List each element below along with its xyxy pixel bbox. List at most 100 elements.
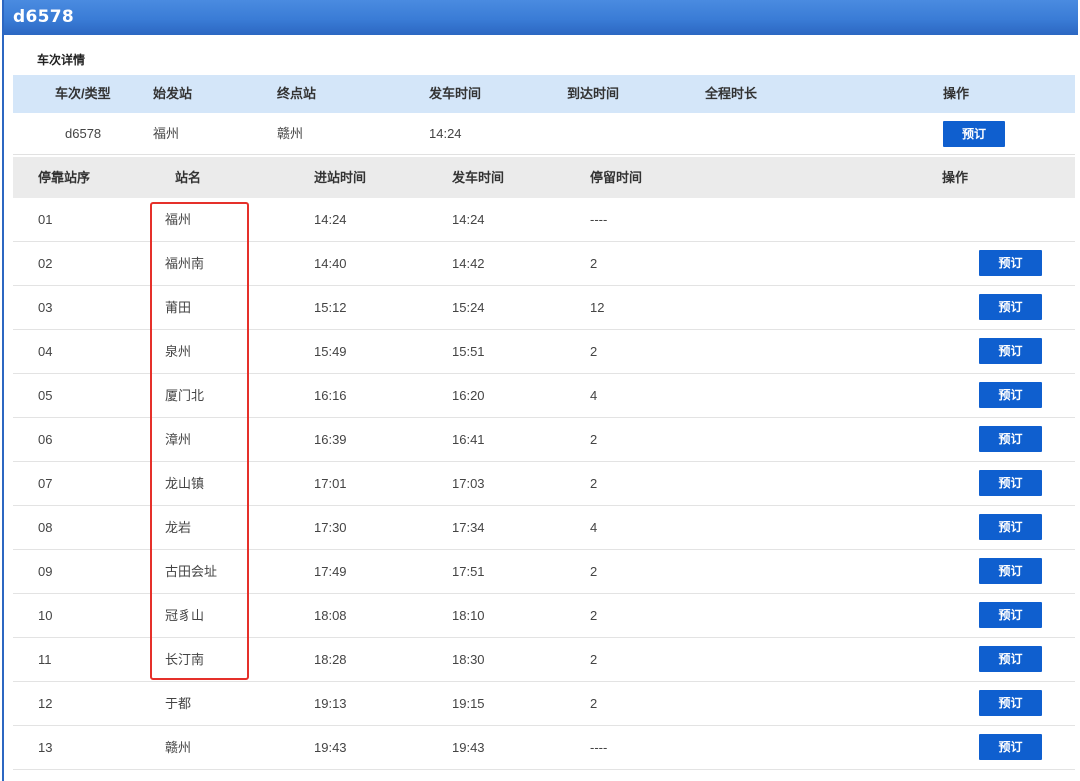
stop-arrive-time: 19:43 bbox=[314, 740, 347, 755]
stop-row: 07 龙山镇 17:01 17:03 2 预订 bbox=[13, 462, 1075, 506]
stop-name: 福州 bbox=[165, 212, 192, 227]
stop-row: 12 于都 19:13 19:15 2 预订 bbox=[13, 682, 1075, 726]
stop-stay-time: 2 bbox=[590, 652, 598, 667]
stop-stay-time: 12 bbox=[590, 300, 605, 315]
book-button[interactable]: 预订 bbox=[979, 734, 1042, 760]
stop-name: 福州南 bbox=[165, 256, 205, 271]
stop-depart-time: 18:10 bbox=[452, 608, 485, 623]
stop-arrive-time: 17:30 bbox=[314, 520, 347, 535]
column-header-train-type: 车次/类型 bbox=[55, 86, 111, 101]
stop-name: 古田会址 bbox=[165, 564, 218, 579]
stop-stay-time: 2 bbox=[590, 344, 598, 359]
stop-seq: 05 bbox=[38, 388, 53, 403]
stop-arrive-time: 18:08 bbox=[314, 608, 347, 623]
book-button[interactable]: 预订 bbox=[979, 250, 1042, 276]
stop-stay-time: 2 bbox=[590, 256, 598, 271]
column-header-terminus: 终点站 bbox=[277, 86, 317, 101]
column-header-arrive-time: 进站时间 bbox=[314, 170, 367, 185]
stop-stay-time: 2 bbox=[590, 564, 598, 579]
stop-name: 厦门北 bbox=[165, 388, 205, 403]
column-header-station-name: 站名 bbox=[175, 170, 202, 185]
stop-name: 漳州 bbox=[165, 432, 192, 447]
column-header-depart-time: 发车时间 bbox=[452, 170, 505, 185]
column-header-origin: 始发站 bbox=[153, 86, 193, 101]
stop-depart-time: 17:34 bbox=[452, 520, 485, 535]
stop-name: 长汀南 bbox=[165, 652, 205, 667]
stop-arrive-time: 18:28 bbox=[314, 652, 347, 667]
stop-row: 08 龙岩 17:30 17:34 4 预订 bbox=[13, 506, 1075, 550]
stop-depart-time: 17:51 bbox=[452, 564, 485, 579]
stop-name: 于都 bbox=[165, 696, 192, 711]
origin-station: 福州 bbox=[153, 126, 180, 141]
stop-stay-time: 2 bbox=[590, 696, 598, 711]
book-button[interactable]: 预订 bbox=[943, 121, 1005, 147]
stop-seq: 03 bbox=[38, 300, 53, 315]
stop-stay-time: 2 bbox=[590, 432, 598, 447]
stop-depart-time: 16:41 bbox=[452, 432, 485, 447]
book-button[interactable]: 预订 bbox=[979, 382, 1042, 408]
stop-seq: 09 bbox=[38, 564, 53, 579]
stop-stay-time: ---- bbox=[590, 212, 608, 227]
stop-name: 龙岩 bbox=[165, 520, 192, 535]
train-detail-header-row: 车次/类型 始发站 终点站 发车时间 到达时间 全程时长 操作 bbox=[13, 75, 1075, 113]
stop-name: 冠豸山 bbox=[165, 608, 205, 623]
stop-depart-time: 14:42 bbox=[452, 256, 485, 271]
stop-arrive-time: 17:01 bbox=[314, 476, 347, 491]
stop-seq: 04 bbox=[38, 344, 53, 359]
stop-seq: 06 bbox=[38, 432, 53, 447]
book-button[interactable]: 预订 bbox=[979, 514, 1042, 540]
column-header-arrive-time: 到达时间 bbox=[567, 86, 620, 101]
stop-depart-time: 19:43 bbox=[452, 740, 485, 755]
stop-depart-time: 17:03 bbox=[452, 476, 485, 491]
stop-row: 13 赣州 19:43 19:43 ---- 预订 bbox=[13, 726, 1075, 770]
stop-name: 莆田 bbox=[165, 300, 192, 315]
book-button[interactable]: 预订 bbox=[979, 690, 1042, 716]
book-button[interactable]: 预订 bbox=[979, 470, 1042, 496]
terminus-station: 赣州 bbox=[277, 126, 304, 141]
stop-row: 03 莆田 15:12 15:24 12 预订 bbox=[13, 286, 1075, 330]
stop-arrive-time: 16:16 bbox=[314, 388, 347, 403]
stop-depart-time: 16:20 bbox=[452, 388, 485, 403]
stop-arrive-time: 15:12 bbox=[314, 300, 347, 315]
book-button[interactable]: 预订 bbox=[979, 426, 1042, 452]
page-left-border bbox=[2, 0, 4, 781]
stop-row: 10 冠豸山 18:08 18:10 2 预订 bbox=[13, 594, 1075, 638]
stop-depart-time: 15:24 bbox=[452, 300, 485, 315]
stop-row: 05 厦门北 16:16 16:20 4 预订 bbox=[13, 374, 1075, 418]
stop-stay-time: 2 bbox=[590, 608, 598, 623]
section-label-train-detail: 车次详情 bbox=[37, 53, 86, 67]
column-header-stop-seq: 停靠站序 bbox=[38, 170, 91, 185]
stop-depart-time: 14:24 bbox=[452, 212, 485, 227]
stop-row: 01 福州 14:24 14:24 ---- bbox=[13, 198, 1075, 242]
stop-row: 09 古田会址 17:49 17:51 2 预订 bbox=[13, 550, 1075, 594]
stop-arrive-time: 14:24 bbox=[314, 212, 347, 227]
train-number: d6578 bbox=[65, 126, 102, 141]
stop-arrive-time: 17:49 bbox=[314, 564, 347, 579]
stop-seq: 08 bbox=[38, 520, 53, 535]
stop-row: 04 泉州 15:49 15:51 2 预订 bbox=[13, 330, 1075, 374]
book-button[interactable]: 预订 bbox=[979, 646, 1042, 672]
stop-arrive-time: 16:39 bbox=[314, 432, 347, 447]
book-button[interactable]: 预订 bbox=[979, 602, 1042, 628]
stop-seq: 07 bbox=[38, 476, 53, 491]
stop-stay-time: 4 bbox=[590, 520, 598, 535]
depart-time: 14:24 bbox=[429, 126, 462, 141]
column-header-duration: 全程时长 bbox=[705, 86, 758, 101]
stop-arrive-time: 19:13 bbox=[314, 696, 347, 711]
column-header-depart-time: 发车时间 bbox=[429, 86, 482, 101]
title-bar: d6578 bbox=[4, 0, 1078, 35]
column-header-stay-time: 停留时间 bbox=[590, 170, 643, 185]
stop-seq: 11 bbox=[38, 652, 52, 667]
stop-seq: 12 bbox=[38, 696, 53, 711]
book-button[interactable]: 预订 bbox=[979, 558, 1042, 584]
stop-row: 11 长汀南 18:28 18:30 2 预订 bbox=[13, 638, 1075, 682]
stop-stay-time: ---- bbox=[590, 740, 608, 755]
stop-depart-time: 18:30 bbox=[452, 652, 485, 667]
stop-arrive-time: 15:49 bbox=[314, 344, 347, 359]
column-header-action: 操作 bbox=[942, 170, 969, 185]
book-button[interactable]: 预订 bbox=[979, 294, 1042, 320]
stop-seq: 10 bbox=[38, 608, 53, 623]
stop-name: 龙山镇 bbox=[165, 476, 205, 491]
book-button[interactable]: 预订 bbox=[979, 338, 1042, 364]
stop-depart-time: 15:51 bbox=[452, 344, 485, 359]
